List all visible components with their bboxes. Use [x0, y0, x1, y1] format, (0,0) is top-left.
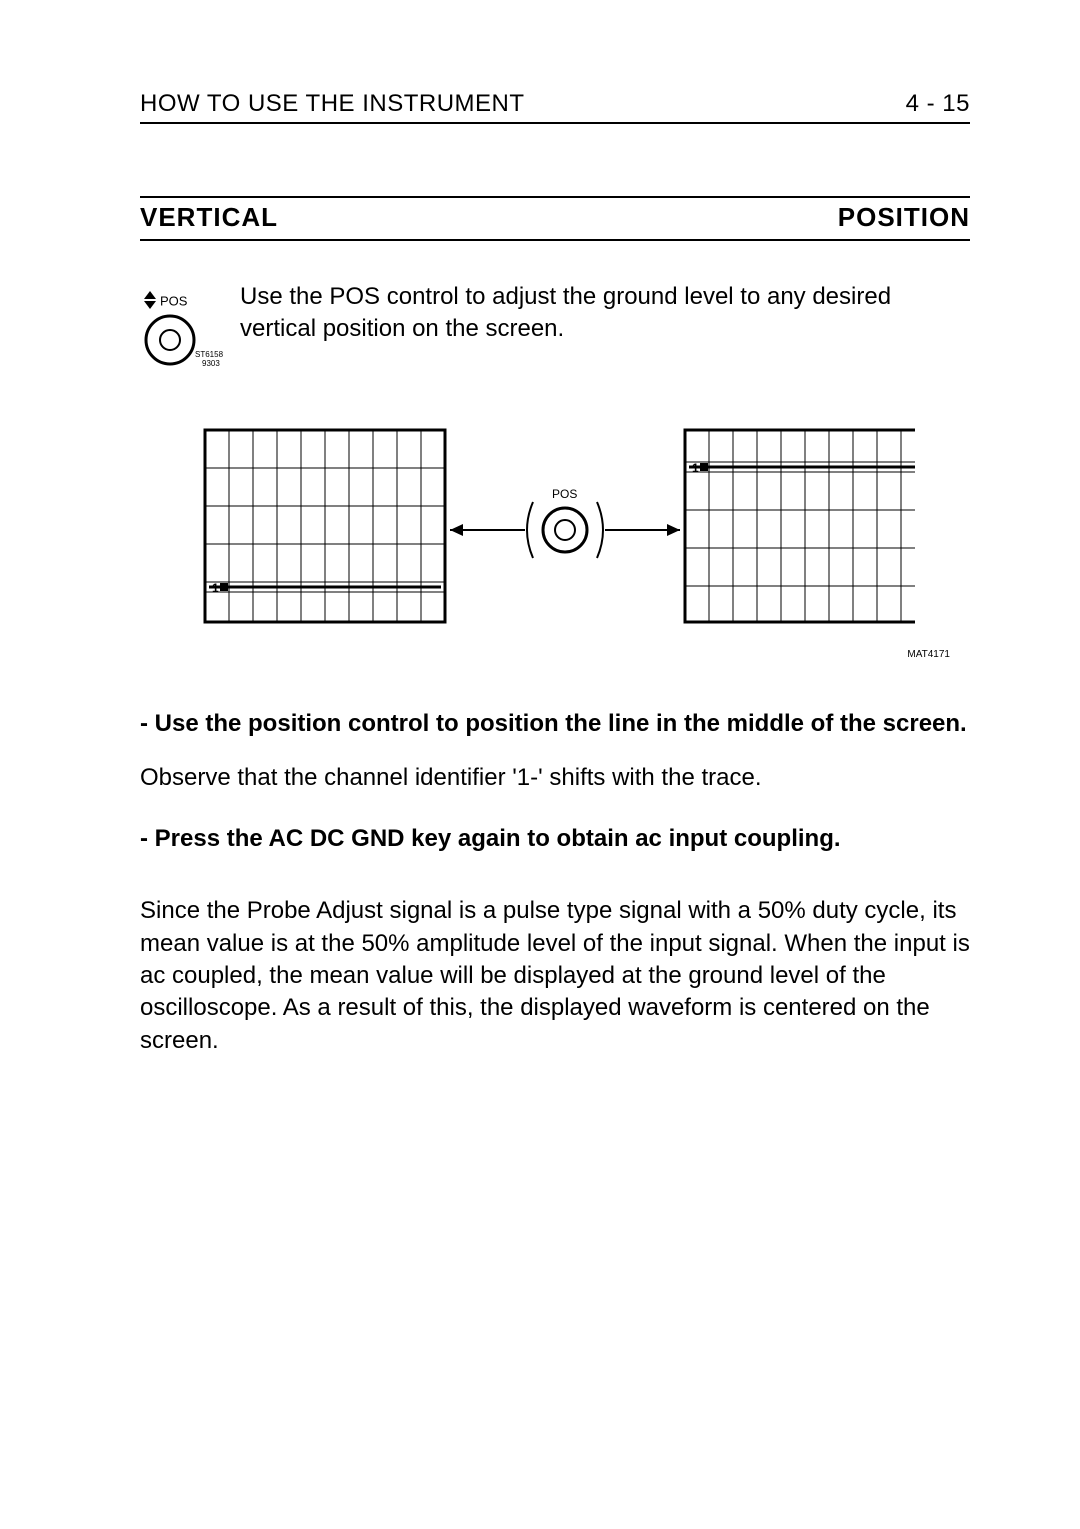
header-title: HOW TO USE THE INSTRUMENT: [140, 90, 525, 118]
knob-icon-group: POS ST6158 9303: [140, 281, 240, 390]
intro-block: POS ST6158 9303 Use the POS control to a…: [140, 281, 970, 390]
page-number: 4 - 15: [906, 90, 970, 118]
knob-label-text: POS: [160, 293, 188, 308]
position-figure: 1 POS: [140, 420, 970, 660]
section-heading: VERTICAL POSITION: [140, 198, 970, 241]
pos-knob-icon: POS ST6158 9303: [140, 285, 228, 385]
figure-id: MAT4171: [140, 649, 950, 660]
figure-knob-label: POS: [552, 487, 577, 501]
svg-text:1: 1: [692, 461, 699, 475]
page-header: HOW TO USE THE INSTRUMENT 4 - 15: [140, 90, 970, 124]
step-2: - Press the AC DC GND key again to obtai…: [140, 823, 970, 855]
knob-ref-sub: 9303: [202, 359, 220, 368]
intro-text: Use the POS control to adjust the ground…: [240, 281, 970, 346]
page: HOW TO USE THE INSTRUMENT 4 - 15 VERTICA…: [0, 0, 1080, 1529]
step-1: - Use the position control to position t…: [140, 708, 970, 740]
section-left-label: VERTICAL: [140, 202, 278, 233]
observe-paragraph: Observe that the channel identifier '1-'…: [140, 762, 970, 794]
explanation-paragraph: Since the Probe Adjust signal is a pulse…: [140, 895, 970, 1057]
section-right-label: POSITION: [838, 202, 970, 233]
svg-text:1: 1: [212, 581, 219, 595]
knob-ref-id: ST6158: [195, 350, 224, 359]
